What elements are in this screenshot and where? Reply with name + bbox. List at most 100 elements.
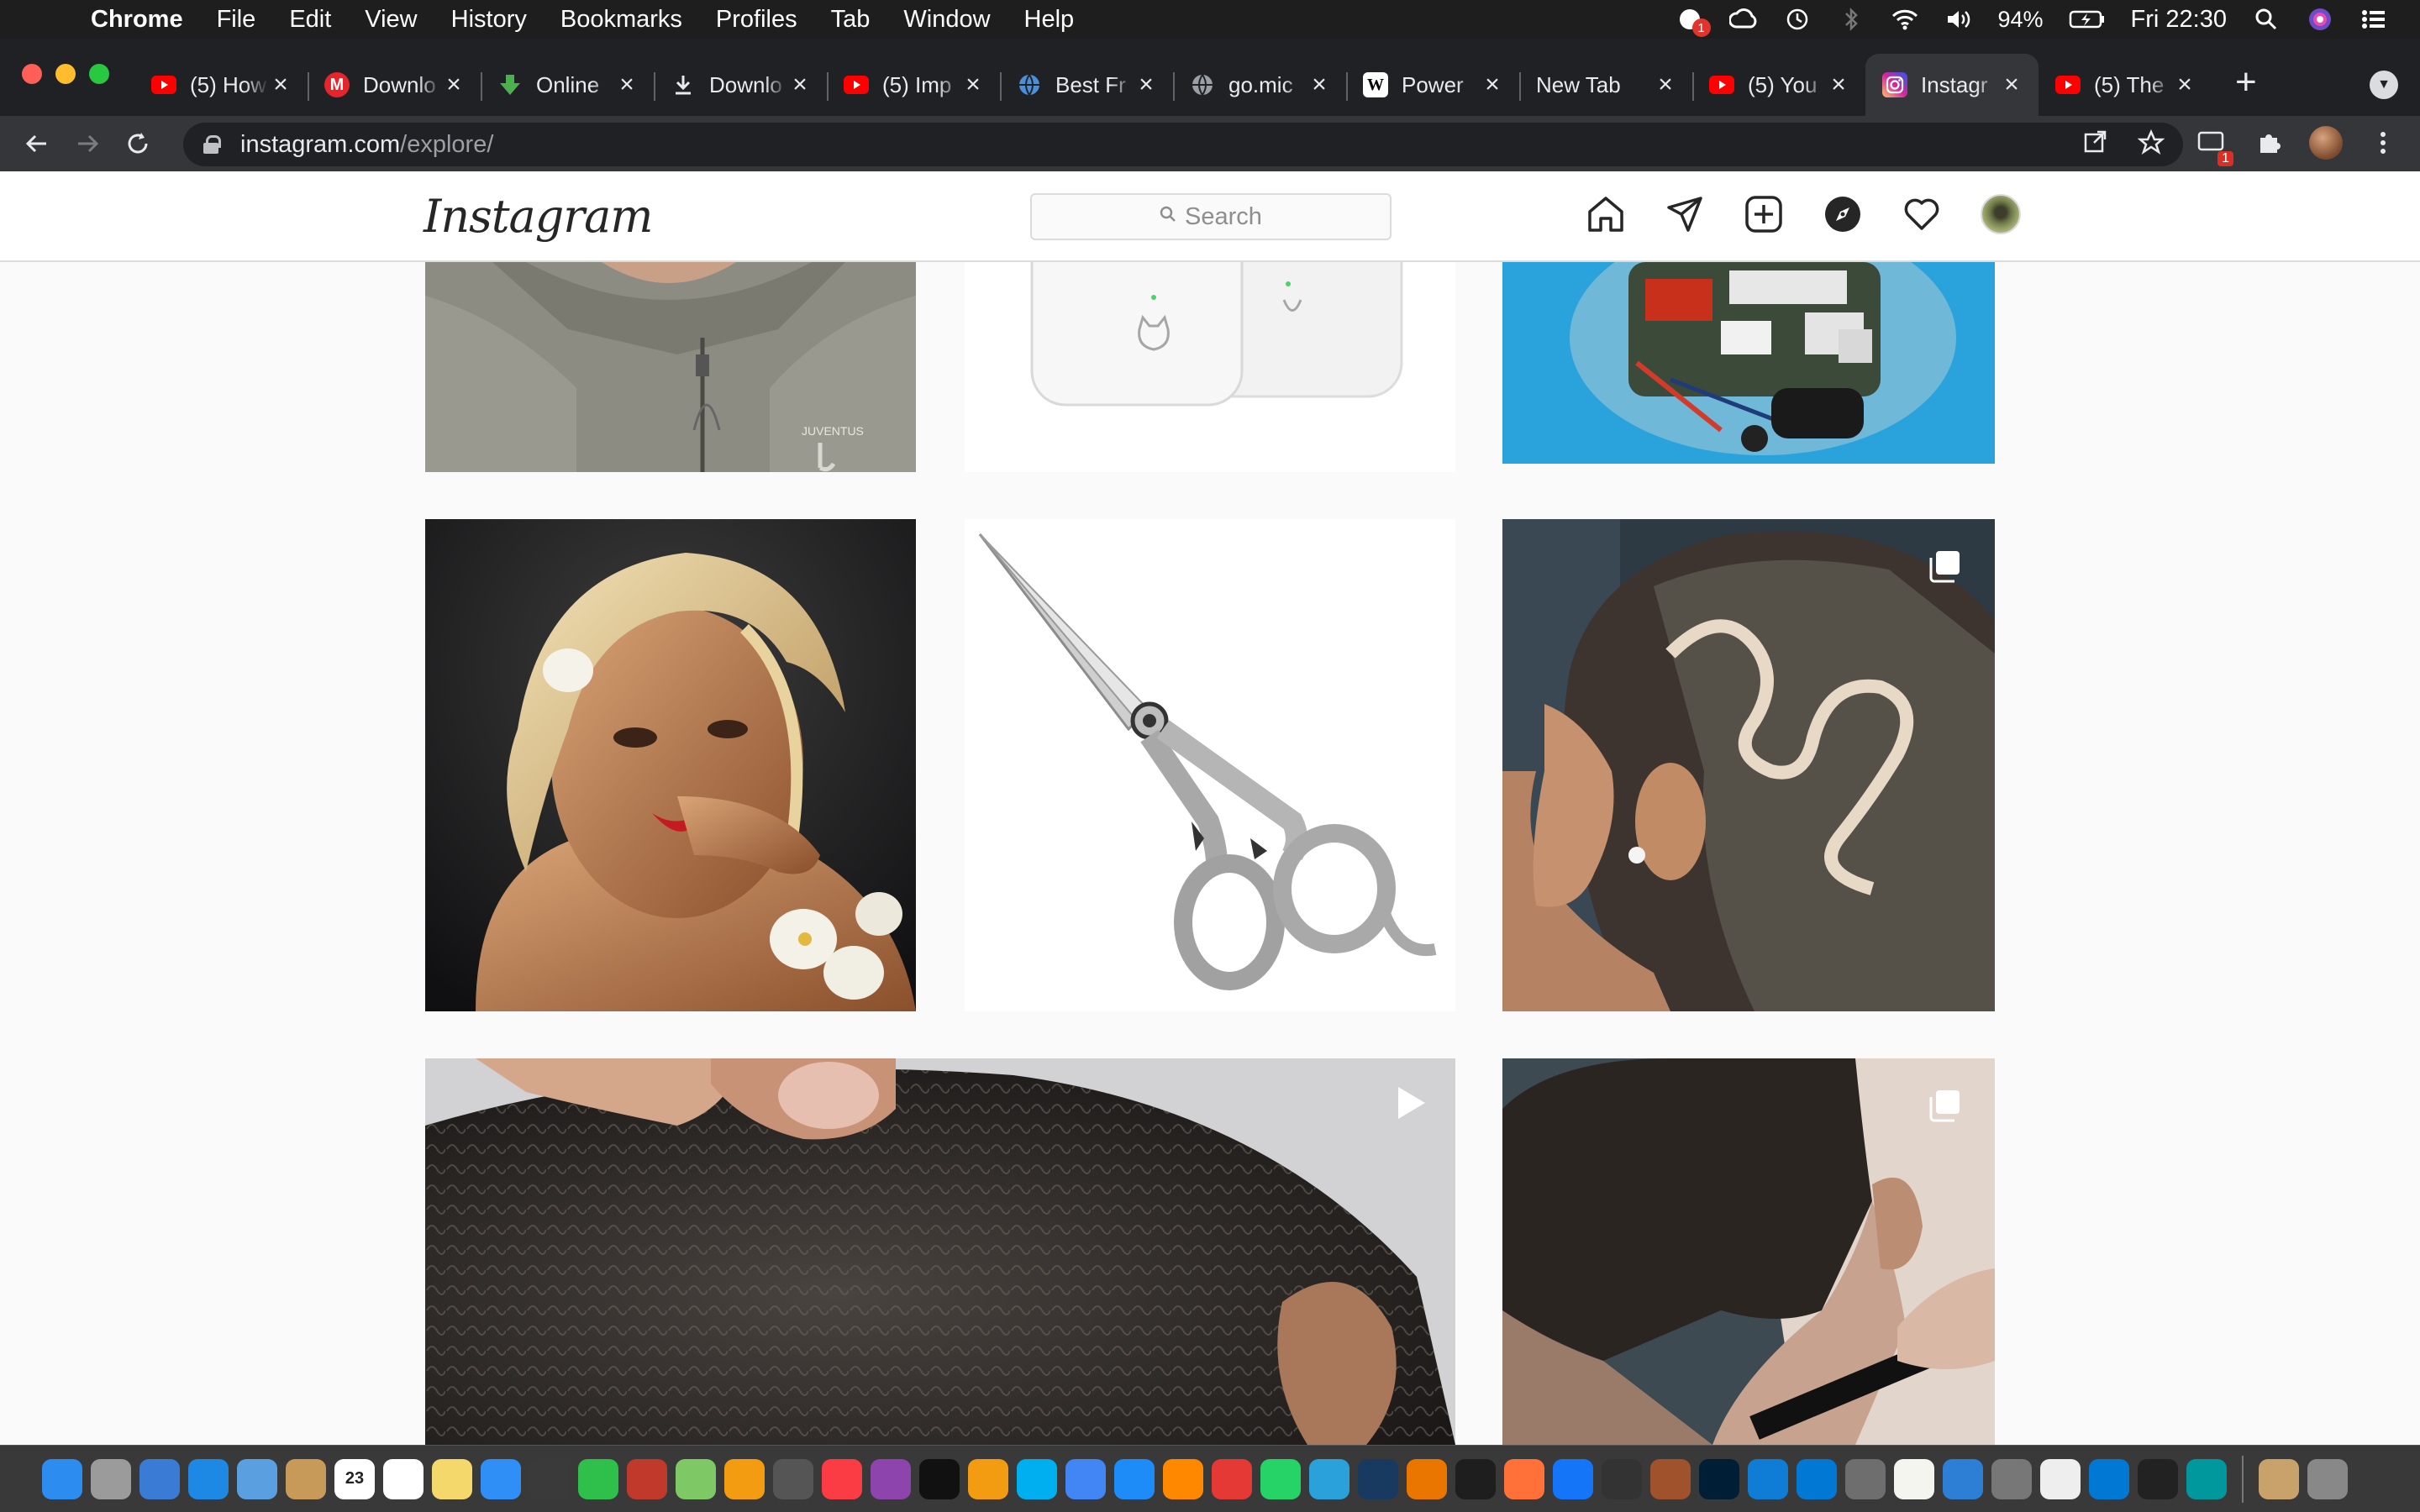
dock-system-preferences-icon[interactable] (1845, 1458, 1886, 1499)
dock-photos-icon[interactable] (724, 1458, 765, 1499)
dock-vscode-icon[interactable] (1797, 1458, 1837, 1499)
tab-close-icon[interactable]: × (1481, 71, 1504, 99)
address-bar[interactable]: instagram.com/explore/ (183, 123, 2183, 166)
browser-tab[interactable]: (5) Imp × (827, 54, 1000, 116)
instagram-logo[interactable]: Instagram (424, 190, 653, 243)
post-tile-jacket[interactable]: JUVENTUS (425, 262, 916, 472)
menu-bookmarks[interactable]: Bookmarks (560, 6, 682, 34)
dock-scissors-tool-icon[interactable] (1650, 1458, 1691, 1499)
tab-close-icon[interactable]: × (1307, 71, 1331, 99)
tab-close-icon[interactable]: × (1134, 71, 1158, 99)
menubar-clock[interactable]: Fri 22:30 (2131, 6, 2227, 34)
post-tile-scissors[interactable] (965, 519, 1455, 1011)
post-tile-earbud-cases[interactable] (965, 262, 1455, 472)
dock-preview-icon[interactable] (237, 1458, 277, 1499)
direct-messages-icon[interactable] (1664, 193, 1706, 235)
tab-close-icon[interactable]: × (1654, 71, 1677, 99)
browser-tab[interactable]: Downlo × (654, 54, 827, 116)
dock-no-entry-icon[interactable] (1212, 1458, 1252, 1499)
window-minimize-button[interactable] (55, 64, 76, 84)
menu-app-name[interactable]: Chrome (91, 6, 183, 34)
dock-safari-icon[interactable] (188, 1458, 229, 1499)
back-button[interactable] (20, 127, 54, 160)
dock-music-icon[interactable] (822, 1458, 862, 1499)
extension-screen-icon[interactable]: 1 (2195, 126, 2233, 166)
menu-profiles[interactable]: Profiles (716, 6, 797, 34)
dock-finder-icon[interactable] (42, 1458, 82, 1499)
post-tile-illustration[interactable] (425, 519, 916, 1011)
browser-tab[interactable]: (5) How × (134, 54, 308, 116)
dock-messages-icon[interactable] (481, 1458, 521, 1499)
menu-window[interactable]: Window (903, 6, 990, 34)
wifi-icon[interactable] (1891, 7, 1919, 32)
dock-facetime-icon[interactable] (578, 1458, 618, 1499)
tab-close-icon[interactable]: × (2173, 71, 2196, 99)
dock-calendar-icon[interactable]: 23 (334, 1458, 375, 1499)
dock-books-icon[interactable] (968, 1458, 1008, 1499)
bookmark-star-icon[interactable] (2138, 129, 2165, 155)
profile-avatar[interactable] (2309, 126, 2343, 160)
menu-tab[interactable]: Tab (831, 6, 871, 34)
dock-stickies-icon[interactable] (432, 1458, 472, 1499)
menu-history[interactable]: History (451, 6, 527, 34)
dock-notes2-icon[interactable] (1894, 1458, 1934, 1499)
tab-close-icon[interactable]: × (615, 71, 639, 99)
tab-search-button[interactable]: ▼ (2370, 71, 2398, 99)
browser-tab[interactable]: W Power × (1346, 54, 1519, 116)
browser-tab[interactable]: (5) You × (1692, 54, 1865, 116)
browser-tab[interactable]: Instagr × (1865, 54, 2039, 116)
dock-blender-icon[interactable] (1407, 1458, 1447, 1499)
dock-terminal-icon[interactable] (1455, 1458, 1496, 1499)
dock-telegram-icon[interactable] (1309, 1458, 1349, 1499)
siri-icon[interactable] (2306, 7, 2334, 32)
home-icon[interactable] (1585, 193, 1627, 235)
open-in-app-icon[interactable] (2082, 129, 2107, 155)
dock-podcasts-icon[interactable] (871, 1458, 911, 1499)
dock-compass-icon[interactable] (1602, 1458, 1642, 1499)
dock-preview2-icon[interactable] (2040, 1458, 2081, 1499)
tab-close-icon[interactable]: × (2000, 71, 2023, 99)
dock-app-store-icon[interactable] (1114, 1458, 1155, 1499)
instagram-profile-avatar[interactable] (1980, 193, 2022, 235)
dock-vlc-icon[interactable] (1163, 1458, 1203, 1499)
dock-edge-icon[interactable] (1748, 1458, 1788, 1499)
browser-tab[interactable]: (5) The × (2039, 54, 2212, 116)
control-center-icon[interactable] (2360, 7, 2388, 32)
menu-edit[interactable]: Edit (289, 6, 331, 34)
dock-photo-booth-icon[interactable] (627, 1458, 667, 1499)
browser-tab[interactable]: New Tab × (1519, 54, 1692, 116)
dock-virtualbox-icon[interactable] (1358, 1458, 1398, 1499)
post-tile-robot[interactable] (1502, 262, 1995, 464)
dock-maps-icon[interactable] (676, 1458, 716, 1499)
dock-mission-control-icon[interactable] (139, 1458, 180, 1499)
dock-arduino-icon[interactable] (2186, 1458, 2227, 1499)
window-zoom-button[interactable] (89, 64, 109, 84)
menu-view[interactable]: View (365, 6, 417, 34)
notification-icon[interactable]: 1 (1676, 7, 1711, 37)
forward-button[interactable] (71, 127, 104, 160)
dock-notes-icon[interactable] (286, 1458, 326, 1499)
tab-close-icon[interactable]: × (1827, 71, 1850, 99)
dock-help-icon[interactable] (529, 1458, 570, 1499)
chrome-menu-icon[interactable] (2366, 126, 2400, 160)
dock-photoshop-icon[interactable] (1699, 1458, 1739, 1499)
dock-reminders-icon[interactable] (383, 1458, 424, 1499)
dock-archive-icon[interactable] (2259, 1458, 2299, 1499)
lock-icon[interactable] (203, 135, 221, 154)
instagram-search-input[interactable]: Search (1030, 193, 1392, 240)
post-tile-curly-hair-video[interactable] (425, 1058, 1455, 1445)
new-post-icon[interactable] (1743, 193, 1785, 235)
spotlight-search-icon[interactable] (2252, 7, 2281, 32)
explore-compass-icon[interactable] (1822, 193, 1864, 235)
time-machine-icon[interactable] (1783, 7, 1812, 32)
window-close-button[interactable] (22, 64, 42, 84)
activity-heart-icon[interactable] (1901, 193, 1943, 235)
dock-trash-icon[interactable] (2307, 1458, 2348, 1499)
tab-close-icon[interactable]: × (788, 71, 812, 99)
tab-close-icon[interactable]: × (269, 71, 292, 99)
battery-icon[interactable] (2069, 7, 2106, 32)
browser-tab[interactable]: Online × (481, 54, 654, 116)
browser-tab[interactable]: go.mic × (1173, 54, 1346, 116)
browser-tab[interactable]: Best Fr × (1000, 54, 1173, 116)
post-tile-haircut-design[interactable] (1502, 519, 1995, 1011)
